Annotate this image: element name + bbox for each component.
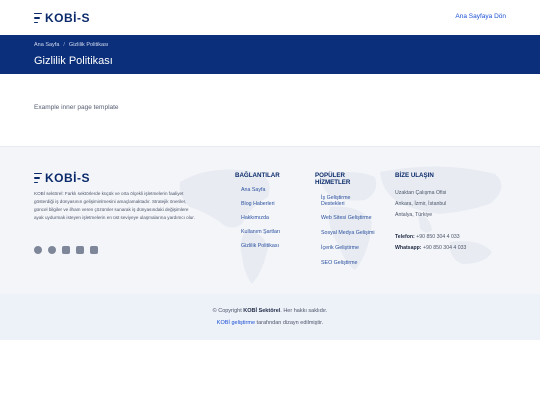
- footer-link-terms[interactable]: Kullanım Şartları: [241, 229, 280, 235]
- linkedin-icon[interactable]: [76, 246, 84, 254]
- instagram-icon[interactable]: [62, 246, 70, 254]
- credit-link[interactable]: KOBİ geliştirme: [217, 320, 255, 326]
- footer-service-business-support[interactable]: İş Geliştirme Destekleri: [321, 195, 366, 207]
- contact-address-line3: Antalya, Türkiye: [395, 212, 433, 218]
- footer-service-social[interactable]: Sosyal Medya Gelişimi: [321, 230, 375, 236]
- footer-service-seo[interactable]: SEO Geliştirme: [321, 260, 358, 266]
- footer-link-privacy[interactable]: Gizlilik Politikası: [241, 243, 279, 249]
- youtube-icon[interactable]: [90, 246, 98, 254]
- contact-phone: Telefon: +90 850 304 4 033: [395, 233, 460, 241]
- site-logo[interactable]: KOBİ-S: [34, 11, 90, 25]
- whatsapp-number[interactable]: +90 850 304 4 033: [423, 245, 466, 251]
- whatsapp-label: Whatsapp:: [395, 245, 422, 251]
- page-banner: Ana Sayfa / Gizlilik Politikası Gizlilik…: [0, 35, 540, 74]
- copyright-bar: © Copyright KOBİ Sektörel. Her hakkı sak…: [0, 294, 540, 340]
- footer-description: KOBİ sektörel: Farklı sektörlerde küçük …: [34, 191, 195, 220]
- logo-mark-icon: [34, 12, 42, 24]
- breadcrumb: Ana Sayfa / Gizlilik Politikası: [34, 42, 108, 48]
- facebook-icon[interactable]: [34, 246, 42, 254]
- page-title: Gizlilik Politikası: [34, 55, 113, 67]
- social-links: [34, 246, 98, 254]
- credit-suffix: tarafından dizayn edilmiştir.: [256, 320, 324, 326]
- services-title-line1: POPÜLER: [315, 172, 345, 179]
- footer: KOBİ-S KOBİ sektörel: Farklı sektörlerde…: [0, 146, 540, 294]
- copyright-prefix: © Copyright: [212, 308, 242, 314]
- copyright-suffix: . Her hakkı saklıdır.: [280, 308, 328, 314]
- footer-link-home[interactable]: Ana Sayfa: [241, 187, 265, 193]
- contact-address-line2: Ankara, İzmir, İstanbul: [395, 201, 447, 207]
- pinterest-icon[interactable]: [48, 246, 56, 254]
- footer-service-content[interactable]: İçerik Geliştirme: [321, 245, 359, 251]
- breadcrumb-separator: /: [63, 42, 65, 48]
- breadcrumb-item-home[interactable]: Ana Sayfa: [34, 42, 59, 48]
- links-title: BAĞLANTILAR: [235, 172, 280, 179]
- footer-service-web[interactable]: Web Sitesi Geliştirme: [321, 215, 372, 221]
- services-title: POPÜLER HİZMETLER: [315, 172, 350, 186]
- footer-link-about[interactable]: Hakkımızda: [241, 215, 269, 221]
- footer-logo[interactable]: KOBİ-S: [34, 171, 90, 185]
- phone-number[interactable]: +90 850 304 4 033: [416, 234, 459, 240]
- services-title-line2: HİZMETLER: [315, 179, 351, 186]
- page-content-text: Example inner page template: [34, 104, 119, 111]
- logo-text: KOBİ-S: [45, 11, 90, 25]
- back-to-home-link[interactable]: Ana Sayfaya Dön: [455, 13, 506, 20]
- contact-title: BİZE ULAŞIN: [395, 172, 434, 179]
- breadcrumb-item-current: Gizlilik Politikası: [68, 42, 109, 48]
- footer-logo-text: KOBİ-S: [45, 171, 90, 185]
- copyright-text: © Copyright KOBİ Sektörel. Her hakkı sak…: [0, 308, 540, 314]
- copyright-brand: KOBİ Sektörel: [243, 308, 281, 314]
- footer-link-blog[interactable]: Blog Haberleri: [241, 201, 275, 207]
- contact-whatsapp: Whatsapp: +90 850 304 4 033: [395, 244, 466, 252]
- phone-label: Telefon:: [395, 234, 415, 240]
- credit-text: KOBİ geliştirme tarafından dizayn edilmi…: [0, 320, 540, 326]
- contact-address-line1: Uzaktan Çalışma Ofisi: [395, 190, 447, 196]
- logo-mark-icon: [34, 172, 42, 184]
- top-navbar: KOBİ-S Ana Sayfaya Dön: [0, 0, 540, 35]
